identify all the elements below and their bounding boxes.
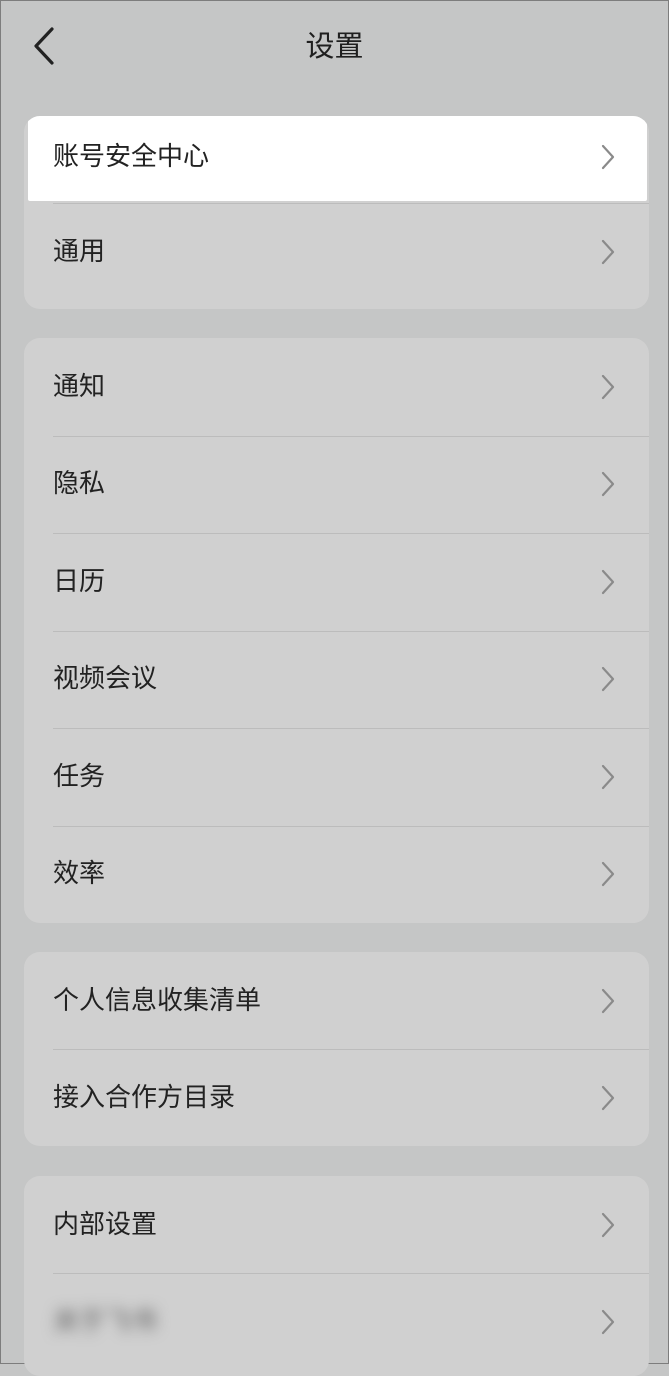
settings-item-label: 个人信息收集清单: [53, 985, 262, 1016]
settings-group-info: 个人信息收集清单 接入合作方目录: [24, 952, 649, 1146]
settings-item-label: 视频会议: [53, 664, 158, 695]
settings-item-label: 日历: [53, 566, 106, 597]
chevron-right-icon: [601, 472, 615, 497]
settings-item-about[interactable]: 关于飞书: [24, 1273, 649, 1370]
chevron-right-icon: [601, 1309, 615, 1334]
settings-item-notifications[interactable]: 通知: [24, 338, 649, 436]
chevron-right-icon: [601, 1212, 615, 1237]
settings-item-general[interactable]: 通用: [24, 203, 649, 301]
settings-item-internal-settings[interactable]: 内部设置: [24, 1176, 649, 1273]
chevron-right-icon: [601, 764, 615, 789]
settings-item-label: 通用: [53, 237, 106, 267]
settings-item-efficiency[interactable]: 效率: [24, 825, 649, 924]
settings-item-video-meeting[interactable]: 视频会议: [24, 630, 649, 729]
settings-item-label: 内部设置: [53, 1209, 158, 1240]
settings-group-account: 账号安全中心 通用: [24, 116, 649, 309]
chevron-right-icon: [601, 569, 615, 594]
top-bar: 设置: [0, 0, 669, 94]
chevron-right-icon: [601, 239, 615, 265]
settings-item-privacy[interactable]: 隐私: [24, 435, 649, 534]
settings-item-label: 隐私: [53, 469, 106, 500]
page-title: 设置: [305, 29, 364, 63]
settings-item-label: 关于飞书: [53, 1306, 158, 1337]
settings-item-personal-info-list[interactable]: 个人信息收集清单: [24, 952, 649, 1049]
settings-group-internal: 内部设置 关于飞书: [24, 1176, 649, 1376]
settings-item-label: 任务: [53, 761, 106, 792]
settings-group-features: 通知 隐私 日历 视频会议 任务 效率: [24, 338, 649, 923]
settings-item-label: 接入合作方目录: [53, 1082, 236, 1113]
settings-item-partner-directory[interactable]: 接入合作方目录: [24, 1049, 649, 1146]
settings-item-tasks[interactable]: 任务: [24, 728, 649, 826]
chevron-right-icon: [601, 862, 615, 887]
chevron-right-icon: [601, 144, 615, 169]
chevron-right-icon: [601, 988, 615, 1013]
settings-item-account-security[interactable]: 账号安全中心: [28, 116, 647, 201]
chevron-right-icon: [601, 1085, 615, 1110]
settings-item-label: 效率: [53, 859, 106, 890]
chevron-right-icon: [601, 667, 615, 692]
chevron-right-icon: [601, 374, 615, 399]
settings-item-label: 通知: [53, 371, 106, 402]
settings-item-label: 账号安全中心: [53, 141, 210, 172]
settings-item-calendar[interactable]: 日历: [24, 533, 649, 631]
